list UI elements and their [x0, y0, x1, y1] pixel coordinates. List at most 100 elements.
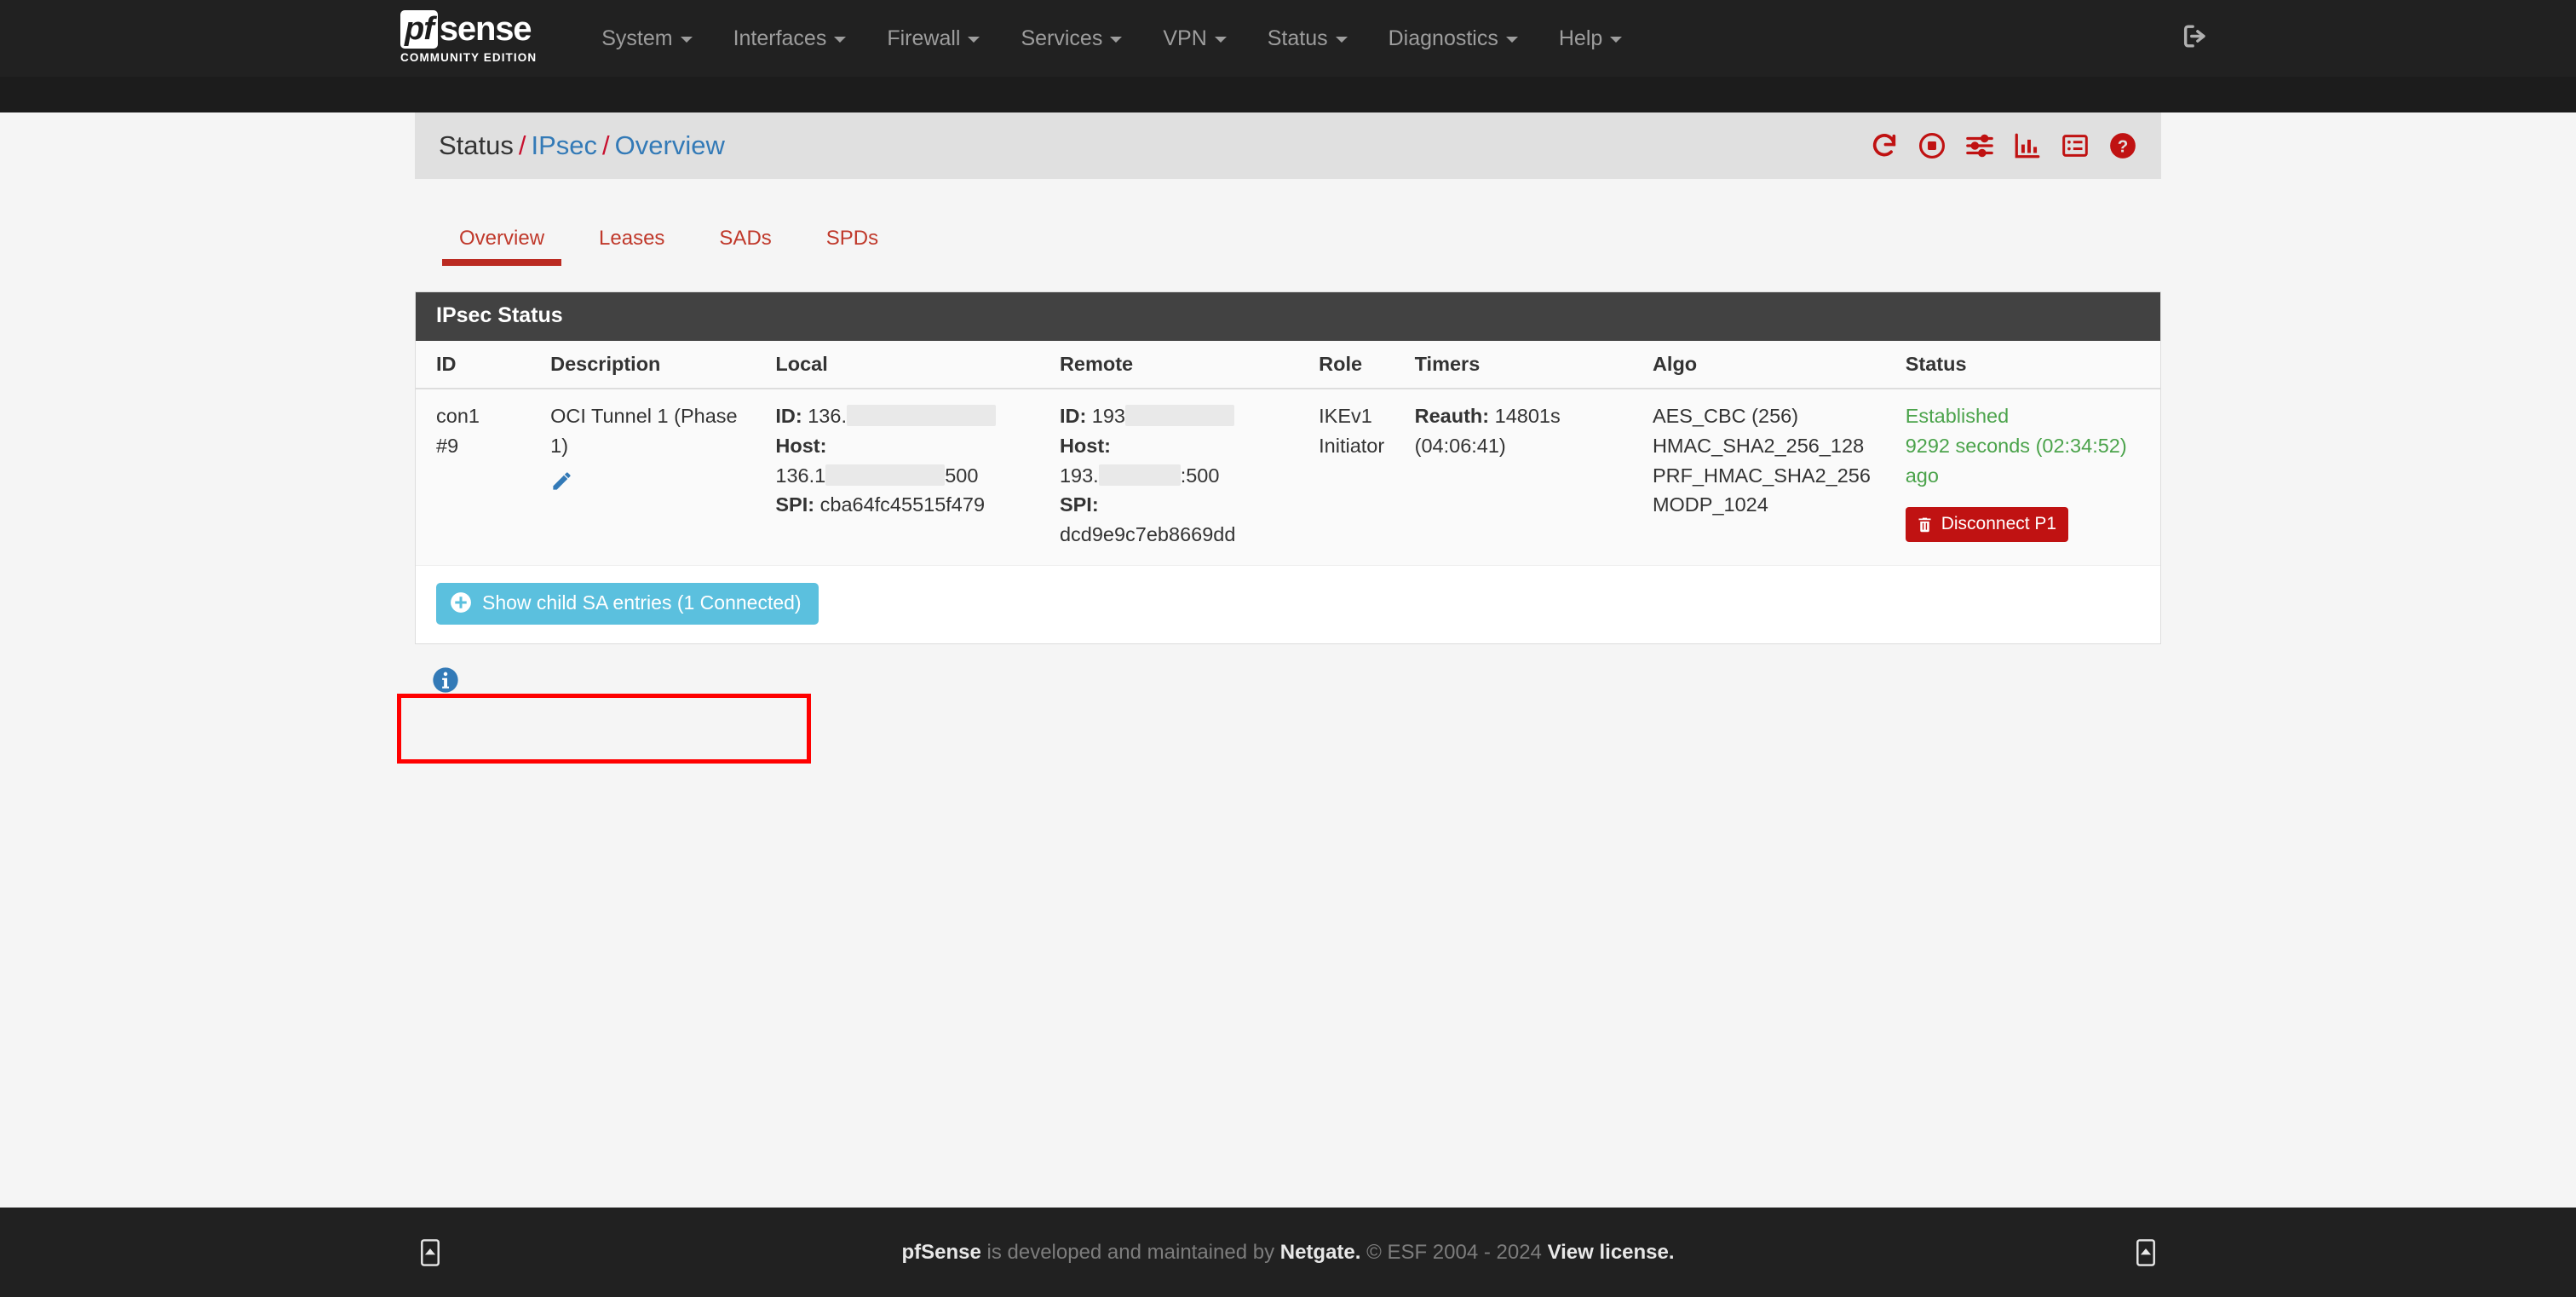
page-body: Status/IPsec/Overview [0, 112, 2576, 1276]
column-header-algo: Algo [1642, 341, 1895, 389]
column-header-status: Status [1895, 341, 2160, 389]
table-row: con1 #9 OCI Tunnel 1 (Phase 1) [416, 389, 2160, 565]
info-row [415, 666, 2161, 698]
nav-label: Status [1268, 26, 1328, 50]
info-circle-icon[interactable] [432, 666, 459, 694]
breadcrumb-root: Status [439, 130, 514, 160]
redaction-block [825, 464, 945, 486]
column-header-id: ID [416, 341, 540, 389]
tab-sads[interactable]: SADs [692, 215, 798, 266]
cell-timers: Reauth: 14801s (04:06:41) [1405, 389, 1642, 565]
nav-item-help[interactable]: Help [1538, 0, 1642, 77]
timers-line: Reauth: 14801s [1415, 401, 1632, 431]
breadcrumb: Status/IPsec/Overview [439, 130, 725, 161]
chevron-down-icon [1336, 37, 1348, 43]
role-version: IKEv1 [1319, 401, 1394, 431]
footer-text-1: is developed and maintained by [981, 1241, 1280, 1264]
nav-label: Diagnostics [1389, 26, 1498, 50]
tab-label: SPDs [826, 227, 878, 250]
footer-vendor: Netgate. [1280, 1241, 1361, 1264]
nav-label: Services [1021, 26, 1102, 50]
tab-bar: Overview Leases SADs SPDs [415, 215, 2161, 266]
nav-item-vpn[interactable]: VPN [1142, 0, 1246, 77]
annotation-highlight-box [397, 694, 811, 764]
nav-item-firewall[interactable]: Firewall [866, 0, 1000, 77]
brand-logo[interactable]: pfsense COMMUNITY EDITION [400, 0, 537, 78]
sliders-icon[interactable] [1965, 131, 1994, 160]
header-icon-group: ? [1870, 131, 2137, 160]
local-id-line: ID: 136. [775, 401, 1039, 431]
pencil-icon[interactable] [550, 470, 573, 493]
chevron-down-icon [834, 37, 846, 43]
column-header-role: Role [1308, 341, 1404, 389]
cell-remote: ID: 193 Host: 193.:500 SPI: dcd9e9c7eb86… [1049, 389, 1308, 565]
local-id-value: 136. [808, 405, 847, 427]
tab-spds[interactable]: SPDs [799, 215, 906, 266]
stop-circle-icon[interactable] [1918, 131, 1946, 160]
show-child-sa-label: Show child SA entries (1 Connected) [482, 591, 802, 614]
nav-item-status[interactable]: Status [1247, 0, 1368, 77]
local-spi-line: SPI: cba64fc45515f479 [775, 490, 1039, 520]
remote-id-value: 193 [1092, 405, 1125, 427]
local-host-line: 136.1 500 [775, 461, 1039, 491]
nav-label: VPN [1163, 26, 1206, 50]
cell-description: OCI Tunnel 1 (Phase 1) [540, 389, 765, 565]
breadcrumb-link-ipsec[interactable]: IPsec [532, 130, 598, 160]
show-child-sa-button[interactable]: Show child SA entries (1 Connected) [436, 583, 819, 625]
disconnect-p1-button[interactable]: Disconnect P1 [1906, 507, 2068, 542]
tab-label: SADs [719, 227, 771, 250]
nav-item-system[interactable]: System [581, 0, 712, 77]
disconnect-label: Disconnect P1 [1941, 514, 2056, 534]
algo-encryption: AES_CBC (256) [1653, 401, 1885, 431]
collapse-up-icon-left[interactable] [417, 1238, 443, 1267]
view-license-link[interactable]: View license. [1548, 1241, 1675, 1264]
chevron-down-icon [968, 37, 980, 43]
pfsense-logo: pfsense [400, 10, 537, 49]
ipsec-status-table: ID Description Local Remote Role Timers … [416, 341, 2160, 643]
cell-algo: AES_CBC (256) HMAC_SHA2_256_128 PRF_HMAC… [1642, 389, 1895, 565]
nav-item-diagnostics[interactable]: Diagnostics [1368, 0, 1538, 77]
sign-out-icon[interactable] [2181, 22, 2210, 55]
cell-id: con1 #9 [416, 389, 540, 565]
tab-label: Overview [459, 227, 544, 250]
nav-item-interfaces[interactable]: Interfaces [713, 0, 867, 77]
redaction-block [1099, 464, 1181, 486]
chevron-down-icon [681, 37, 693, 43]
chevron-down-icon [1215, 37, 1227, 43]
collapse-up-icon-right[interactable] [2133, 1238, 2159, 1267]
logo-word: sense [440, 12, 531, 46]
remote-host-label: Host: [1060, 431, 1298, 461]
footer-brand: pfSense [901, 1241, 980, 1264]
remote-host-port: :500 [1181, 464, 1220, 487]
nav-label: Interfaces [733, 26, 827, 50]
remote-host-line: 193. :500 [1060, 461, 1298, 491]
nav-item-services[interactable]: Services [1000, 0, 1142, 77]
column-header-local: Local [765, 341, 1049, 389]
svg-text:?: ? [2118, 137, 2129, 157]
column-header-description: Description [540, 341, 765, 389]
list-alt-icon[interactable] [2061, 131, 2090, 160]
redaction-block [1125, 405, 1234, 426]
footer-text: pfSense is developed and maintained by N… [901, 1241, 1674, 1265]
nav-menu: System Interfaces Firewall Services VPN … [581, 0, 1642, 77]
nav-label: Help [1559, 26, 1602, 50]
local-host-port: 500 [945, 464, 978, 487]
algo-integrity: HMAC_SHA2_256_128 [1653, 431, 1885, 461]
refresh-icon[interactable] [1870, 131, 1899, 160]
tab-leases[interactable]: Leases [572, 215, 692, 266]
table-body: con1 #9 OCI Tunnel 1 (Phase 1) [416, 389, 2160, 643]
tab-overview[interactable]: Overview [432, 215, 572, 266]
chart-bar-icon[interactable] [2013, 131, 2042, 160]
local-host-prefix: 136.1 [775, 464, 825, 487]
nav-label: Firewall [887, 26, 960, 50]
breadcrumb-link-overview[interactable]: Overview [615, 130, 725, 160]
reauth-human: (04:06:41) [1415, 431, 1632, 461]
ipsec-status-panel: IPsec Status ID Description Local Remote… [415, 291, 2161, 644]
redaction-block [847, 405, 996, 426]
footer-text-2: © ESF 2004 - 2024 [1360, 1241, 1547, 1264]
local-host-label: Host: [775, 431, 1039, 461]
remote-host-prefix: 193. [1060, 464, 1099, 487]
chevron-down-icon [1506, 37, 1518, 43]
breadcrumb-bar: Status/IPsec/Overview [415, 112, 2161, 179]
help-circle-icon[interactable]: ? [2108, 131, 2137, 160]
